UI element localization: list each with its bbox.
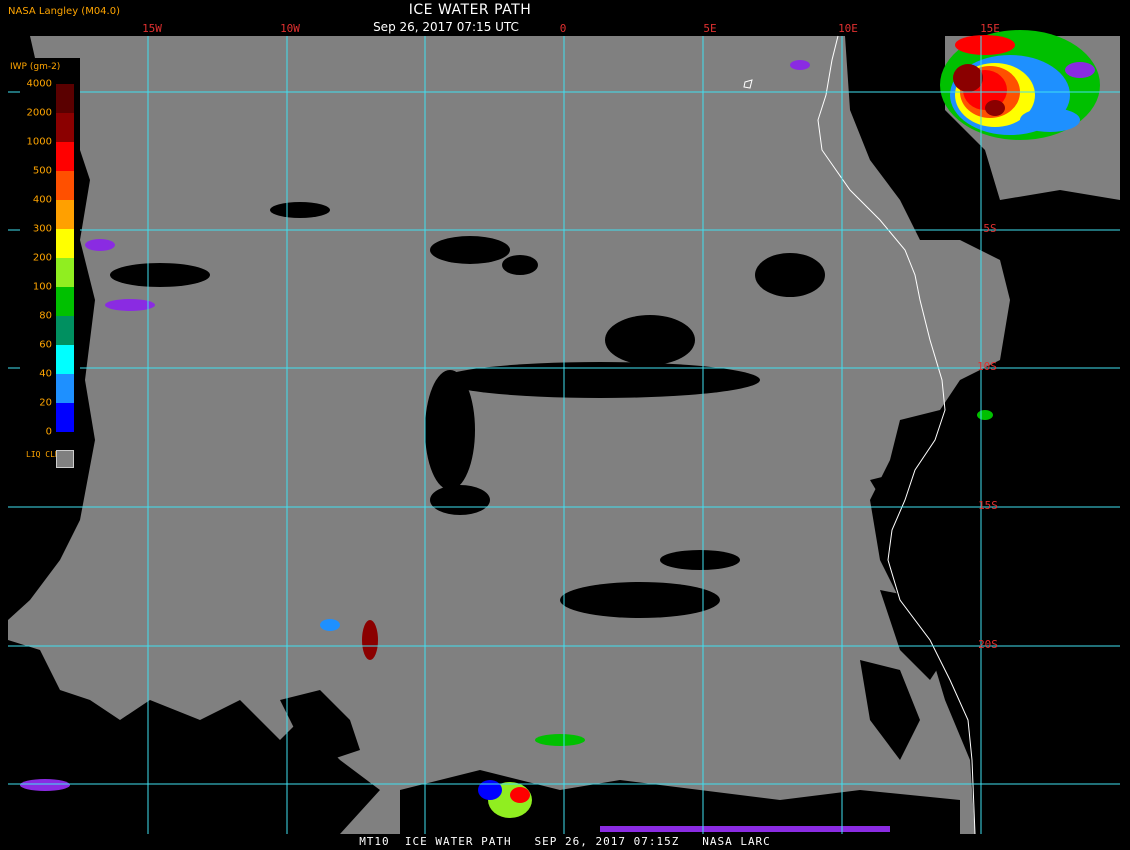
legend-swatch-500	[56, 171, 74, 200]
color-legend: IWP (gm-2) 4000 2000 1000 500 400 300 200 100 80…	[10, 58, 80, 486]
legend-value-300: 300	[32, 223, 52, 235]
lon-label-10w: 10W	[280, 22, 300, 35]
legend-swatch-2000	[56, 113, 74, 142]
legend-swatch-100	[56, 287, 74, 316]
legend-value-20: 20	[39, 397, 52, 409]
lon-label-10e: 10E	[838, 22, 858, 35]
legend-value-100: 100	[32, 281, 52, 293]
legend-liquid-cloud-label: LIQ CLD	[26, 450, 60, 459]
legend-swatch-80	[56, 316, 74, 345]
lat-label-15s: 15S	[978, 499, 998, 513]
lat-label-10s: 10S	[977, 360, 997, 374]
product-title: ICE WATER PATH	[408, 2, 532, 18]
legend-value-1000: 1000	[26, 136, 52, 148]
legend-swatch-20	[56, 403, 74, 432]
legend-value-200: 200	[32, 252, 52, 264]
legend-value-0: 0	[45, 426, 52, 438]
legend-value-500: 500	[32, 165, 52, 177]
lon-label-0: 0	[559, 22, 567, 35]
legend-swatch-200	[56, 258, 74, 287]
lat-label-20s: 20S	[978, 638, 998, 652]
legend-value-60: 60	[39, 339, 52, 351]
legend-value-400: 400	[32, 194, 52, 206]
lon-label-15w: 15W	[142, 22, 162, 35]
legend-value-2000: 2000	[26, 107, 52, 119]
legend-swatch-4000	[56, 84, 74, 113]
legend-swatch-60	[56, 345, 74, 374]
legend-unit-label: IWP (gm-2)	[10, 62, 61, 72]
lon-label-5e: 5E	[703, 22, 717, 35]
legend-swatch-400	[56, 200, 74, 229]
legend-value-80: 80	[39, 310, 52, 322]
footer-caption: MT10 ICE WATER PATH SEP 26, 2017 07:15Z …	[359, 835, 771, 848]
legend-liquid-cloud-swatch	[56, 450, 74, 468]
lat-label-5s: 5S	[983, 222, 997, 236]
legend-swatch-300	[56, 229, 74, 258]
image-datetime: Sep 26, 2017 07:15 UTC	[373, 20, 519, 34]
legend-swatch-40	[56, 374, 74, 403]
satellite-map	[0, 0, 1130, 850]
legend-value-4000: 4000	[26, 78, 52, 90]
lon-label-15e: 15E	[980, 22, 1000, 35]
legend-swatch-1000	[56, 142, 74, 171]
legend-value-40: 40	[39, 368, 52, 380]
